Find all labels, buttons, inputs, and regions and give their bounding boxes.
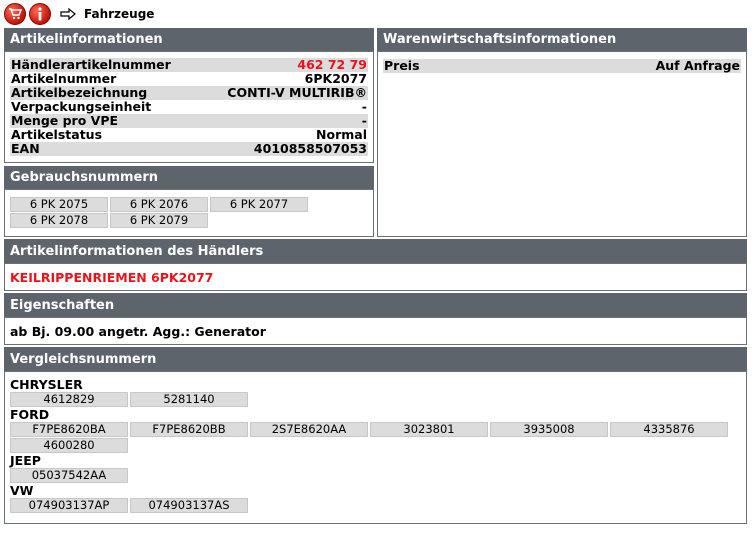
dealer-article-text: KEILRIPPENRIEMEN 6PK2077 [10,270,214,285]
article-info-label: Händlerartikelnummer [11,57,171,72]
article-info-label: Artikelnummer [11,71,117,86]
properties-panel: ab Bj. 09.00 angetr. Agg.: Generator [4,317,747,345]
price-value: Auf Anfrage [655,58,740,73]
article-info-value: 4010858507053 [253,141,367,156]
article-info-row: Artikelstatus Normal [10,128,368,142]
manufacturer-numbers: 05037542AA [10,468,740,484]
comparison-number[interactable]: F7PE8620BB [130,422,248,437]
price-row: Preis Auf Anfrage [383,59,741,73]
dealer-info-header: Artikelinformationen des Händlers [4,239,747,263]
comparison-number[interactable]: F7PE8620BA [10,422,128,437]
comparison-number[interactable]: 3023801 [370,422,488,437]
vehicles-link[interactable]: Fahrzeuge [84,7,154,21]
comparison-number[interactable]: 5281140 [130,392,248,407]
cart-icon[interactable] [4,3,26,25]
comparison-number[interactable]: 4335876 [610,422,728,437]
article-info-panel: Händlerartikelnummer 462 72 79 Artikelnumm… [4,51,374,163]
article-info-label: Verpackungseinheit [11,99,152,114]
article-info-row: Händlerartikelnummer 462 72 79 [10,58,368,72]
comparison-number[interactable]: 4612829 [10,392,128,407]
price-label: Preis [384,58,420,73]
comparison-number[interactable]: 2S7E8620AA [250,422,368,437]
info-icon[interactable] [29,3,51,25]
usage-number[interactable]: 6 PK 2078 [10,213,108,228]
comparison-number[interactable]: 074903137AS [130,498,248,513]
usage-number[interactable]: 6 PK 2077 [210,197,308,212]
article-info-label: Menge pro VPE [11,113,119,128]
manufacturer-name: JEEP [10,453,41,468]
article-info-value: - [361,99,367,114]
comparison-number[interactable]: 074903137AP [10,498,128,513]
comparison-number[interactable]: 4600280 [10,438,128,453]
arrow-right-icon [60,8,76,20]
properties-text: ab Bj. 09.00 angetr. Agg.: Generator [10,324,266,339]
manufacturer-numbers: 074903137AP 074903137AS [10,498,740,514]
article-info-row: EAN 4010858507053 [10,142,368,156]
comparison-number[interactable]: 05037542AA [10,468,128,483]
article-info-label: Artikelbezeichnung [11,85,148,100]
article-info-header: Artikelinformationen [4,28,374,51]
manufacturer-name: CHRYSLER [10,377,83,392]
manufacturer-numbers: 4612829 5281140 [10,392,740,408]
article-info-row: Verpackungseinheit - [10,100,368,114]
usage-number[interactable]: 6 PK 2079 [110,213,208,228]
usage-number[interactable]: 6 PK 2075 [10,197,108,212]
inventory-info-panel: Preis Auf Anfrage [377,51,747,237]
article-info-row: Menge pro VPE - [10,114,368,128]
usage-numbers-header: Gebrauchsnummern [4,166,374,189]
article-info-value: 6PK2077 [304,71,367,86]
manufacturer-name: VW [10,483,34,498]
manufacturer-numbers: F7PE8620BA F7PE8620BB 2S7E8620AA 3023801 393… [10,422,740,454]
article-info-label: EAN [11,141,40,156]
article-info-row: Artikelnummer 6PK2077 [10,72,368,86]
usage-number[interactable]: 6 PK 2076 [110,197,208,212]
article-info-value: 462 72 79 [297,57,367,72]
top-toolbar: Fahrzeuge [4,2,154,26]
article-info-row: Artikelbezeichnung CONTI-V MULTIRIB® [10,86,368,100]
properties-header: Eigenschaften [4,293,747,317]
article-info-label: Artikelstatus [11,127,103,142]
article-info-value: - [361,113,367,128]
article-info-value: Normal [316,127,367,142]
dealer-info-panel: KEILRIPPENRIEMEN 6PK2077 [4,263,747,291]
manufacturer-name: FORD [10,407,50,422]
comparison-numbers-header: Vergleichsnummern [4,347,747,371]
comparison-numbers-panel: CHRYSLER 4612829 5281140 FORD F7PE8620BA F7PE… [4,371,747,524]
usage-numbers-panel: 6 PK 2075 6 PK 2076 6 PK 2077 6 PK 2078 6 PK… [4,189,374,237]
article-info-value: CONTI-V MULTIRIB® [227,85,367,100]
comparison-number[interactable]: 3935008 [490,422,608,437]
inventory-info-header: Warenwirtschaftsinformationen [377,28,747,51]
